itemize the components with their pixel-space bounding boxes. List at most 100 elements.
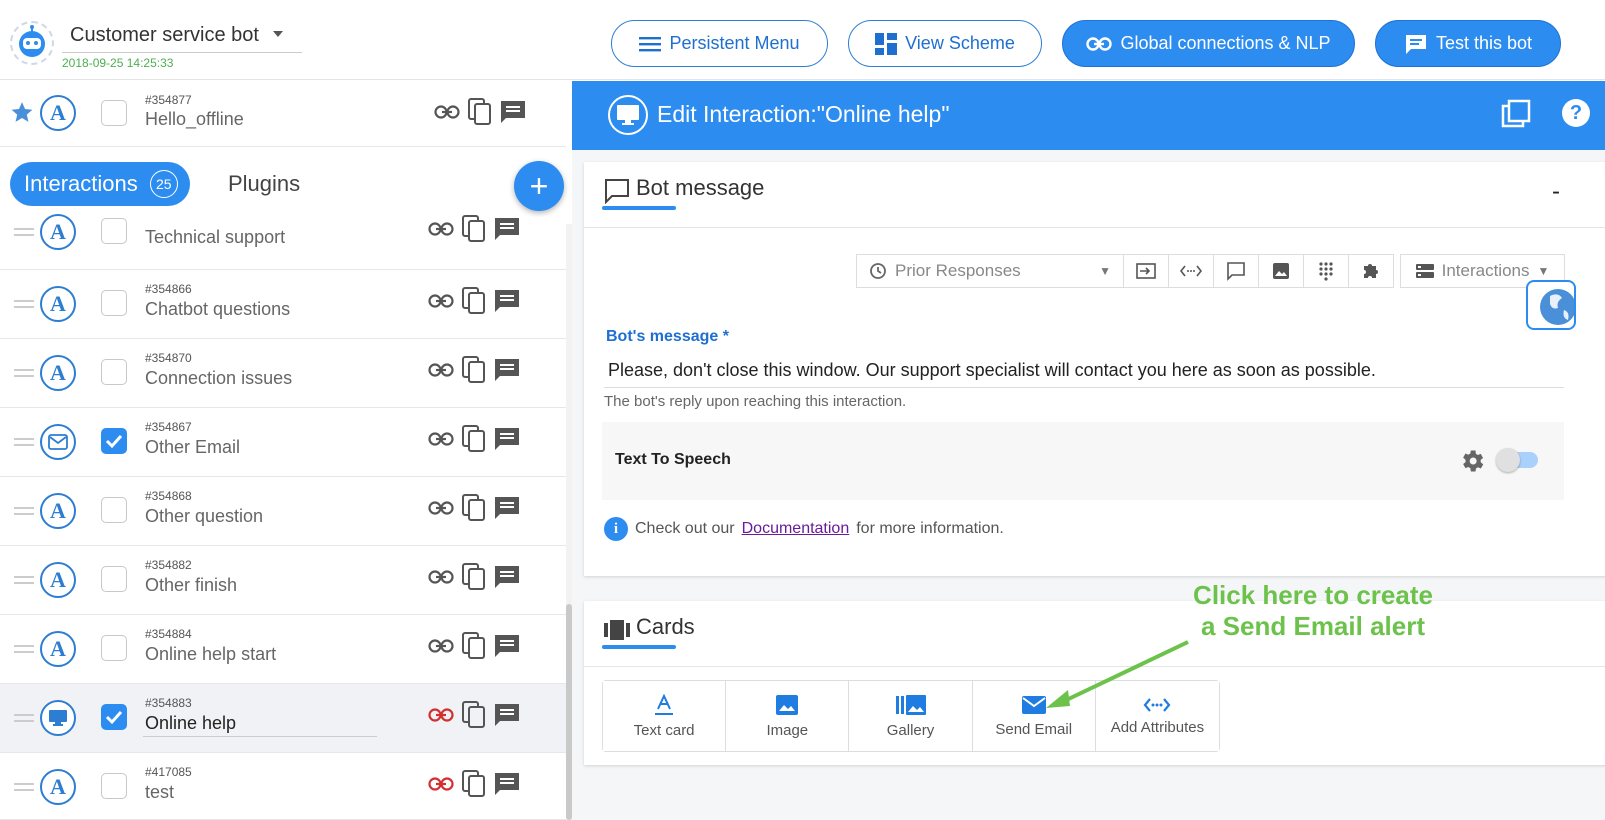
message-icon[interactable] xyxy=(494,358,520,382)
bot-name[interactable]: Customer service bot xyxy=(70,24,259,47)
message-icon[interactable] xyxy=(494,634,520,658)
interaction-row[interactable]: A Technical support xyxy=(0,214,566,270)
link-icon[interactable] xyxy=(428,708,454,722)
row-checkbox[interactable] xyxy=(101,566,127,592)
add-interaction-button[interactable]: + xyxy=(514,161,564,211)
message-icon[interactable] xyxy=(494,496,520,520)
collapse-button[interactable]: - xyxy=(1552,178,1560,206)
bot-message-header[interactable]: Bot message - xyxy=(584,162,1605,228)
link-icon[interactable] xyxy=(428,222,454,236)
row-actions xyxy=(428,356,520,384)
redirect-button[interactable] xyxy=(1123,254,1169,288)
drag-handle-icon[interactable] xyxy=(14,300,34,308)
gallery-card-button[interactable]: Gallery xyxy=(849,681,973,751)
star-icon[interactable] xyxy=(9,100,35,125)
row-checkbox[interactable] xyxy=(101,218,127,244)
image-card-button[interactable]: Image xyxy=(726,681,850,751)
copy-icon[interactable] xyxy=(462,215,486,243)
copy-icon[interactable] xyxy=(462,770,486,798)
row-actions xyxy=(428,425,520,453)
prior-responses-select[interactable]: Prior Responses ▼ xyxy=(856,254,1124,288)
row-checkbox[interactable] xyxy=(101,359,127,385)
drag-handle-icon[interactable] xyxy=(14,369,34,377)
message-icon[interactable] xyxy=(494,772,520,796)
menu-icon xyxy=(639,36,662,51)
link-icon[interactable] xyxy=(428,432,454,446)
interaction-id: #354882 xyxy=(145,558,192,572)
a-icon: A xyxy=(40,214,76,250)
interaction-row[interactable]: A #354870 Connection issues xyxy=(0,339,566,408)
help-icon[interactable]: ? xyxy=(1562,99,1590,127)
link-icon[interactable] xyxy=(428,363,454,377)
globe-widget-icon[interactable] xyxy=(1526,280,1576,330)
message-icon[interactable] xyxy=(494,703,520,727)
code-button[interactable] xyxy=(1168,254,1214,288)
link-icon[interactable] xyxy=(434,105,460,119)
drag-handle-icon[interactable] xyxy=(14,714,34,722)
gear-icon[interactable] xyxy=(1458,447,1486,475)
tab-interactions[interactable]: Interactions 25 xyxy=(10,162,190,206)
documentation-link[interactable]: Documentation xyxy=(742,520,850,538)
message-icon[interactable] xyxy=(494,565,520,589)
interaction-row[interactable]: A #354868 Other question xyxy=(0,477,566,546)
copy-icon[interactable] xyxy=(462,425,486,453)
persistent-menu-button[interactable]: Persistent Menu xyxy=(611,20,828,67)
copy-icon[interactable] xyxy=(462,287,486,315)
copy-icon[interactable] xyxy=(462,356,486,384)
bot-dropdown-caret-icon[interactable] xyxy=(272,30,284,38)
link-icon[interactable] xyxy=(428,294,454,308)
drag-handle-icon[interactable] xyxy=(14,645,34,653)
interaction-row[interactable]: A #354866 Chatbot questions xyxy=(0,270,566,339)
row-checkbox[interactable] xyxy=(101,704,127,730)
arrow-icon xyxy=(1046,640,1189,708)
test-bot-button[interactable]: Test this bot xyxy=(1375,20,1561,67)
row-checkbox[interactable] xyxy=(101,635,127,661)
link-icon[interactable] xyxy=(428,639,454,653)
row-checkbox[interactable] xyxy=(101,497,127,523)
interaction-name: Online help xyxy=(145,713,237,733)
tab-plugins[interactable]: Plugins xyxy=(228,171,300,197)
plugin-button[interactable] xyxy=(1348,254,1394,288)
drag-handle-icon[interactable] xyxy=(14,438,34,446)
text-card-button[interactable]: Text card xyxy=(603,681,727,751)
link-icon[interactable] xyxy=(428,501,454,515)
message-icon[interactable] xyxy=(500,100,526,124)
tts-label: Text To Speech xyxy=(615,451,731,468)
interaction-row[interactable]: #354867 Other Email xyxy=(0,408,566,477)
interaction-row[interactable]: A #417085 test xyxy=(0,753,566,820)
link-icon[interactable] xyxy=(428,777,454,791)
row-checkbox[interactable] xyxy=(101,773,127,799)
dashboard-icon xyxy=(875,32,898,55)
window-icon[interactable] xyxy=(1501,99,1531,129)
message-icon[interactable] xyxy=(494,289,520,313)
copy-icon[interactable] xyxy=(462,701,486,729)
message-toolbar: Prior Responses ▼ Interactions ▼ xyxy=(856,254,1574,288)
copy-icon[interactable] xyxy=(462,563,486,591)
row-checkbox[interactable] xyxy=(101,428,127,454)
tts-toggle[interactable] xyxy=(1496,448,1538,472)
copy-icon[interactable] xyxy=(462,632,486,660)
image-button[interactable] xyxy=(1258,254,1304,288)
drag-handle-icon[interactable] xyxy=(14,507,34,515)
interaction-row[interactable]: A #354882 Other finish xyxy=(0,546,566,615)
row-checkbox[interactable] xyxy=(101,290,127,316)
message-icon[interactable] xyxy=(494,427,520,451)
interaction-row[interactable]: #354883 Online help xyxy=(0,684,566,753)
keypad-button[interactable] xyxy=(1303,254,1349,288)
copy-icon[interactable] xyxy=(462,494,486,522)
drag-handle-icon[interactable] xyxy=(14,228,34,236)
text-bubble-button[interactable] xyxy=(1213,254,1259,288)
drag-handle-icon[interactable] xyxy=(14,783,34,791)
view-scheme-button[interactable]: View Scheme xyxy=(848,20,1042,67)
pinned-row[interactable]: A #354877 Hello_offline xyxy=(0,81,566,147)
interaction-row[interactable]: A #354884 Online help start xyxy=(0,615,566,684)
message-icon[interactable] xyxy=(494,217,520,241)
copy-icon[interactable] xyxy=(468,98,492,126)
global-connections-button[interactable]: Global connections & NLP xyxy=(1062,20,1355,67)
drag-handle-icon[interactable] xyxy=(14,576,34,584)
pinned-checkbox[interactable] xyxy=(101,100,127,126)
bot-avatar[interactable] xyxy=(10,21,54,65)
link-icon[interactable] xyxy=(428,570,454,584)
bot-message-input[interactable]: Please, don't close this window. Our sup… xyxy=(608,360,1376,381)
image-card-label: Image xyxy=(766,721,809,739)
